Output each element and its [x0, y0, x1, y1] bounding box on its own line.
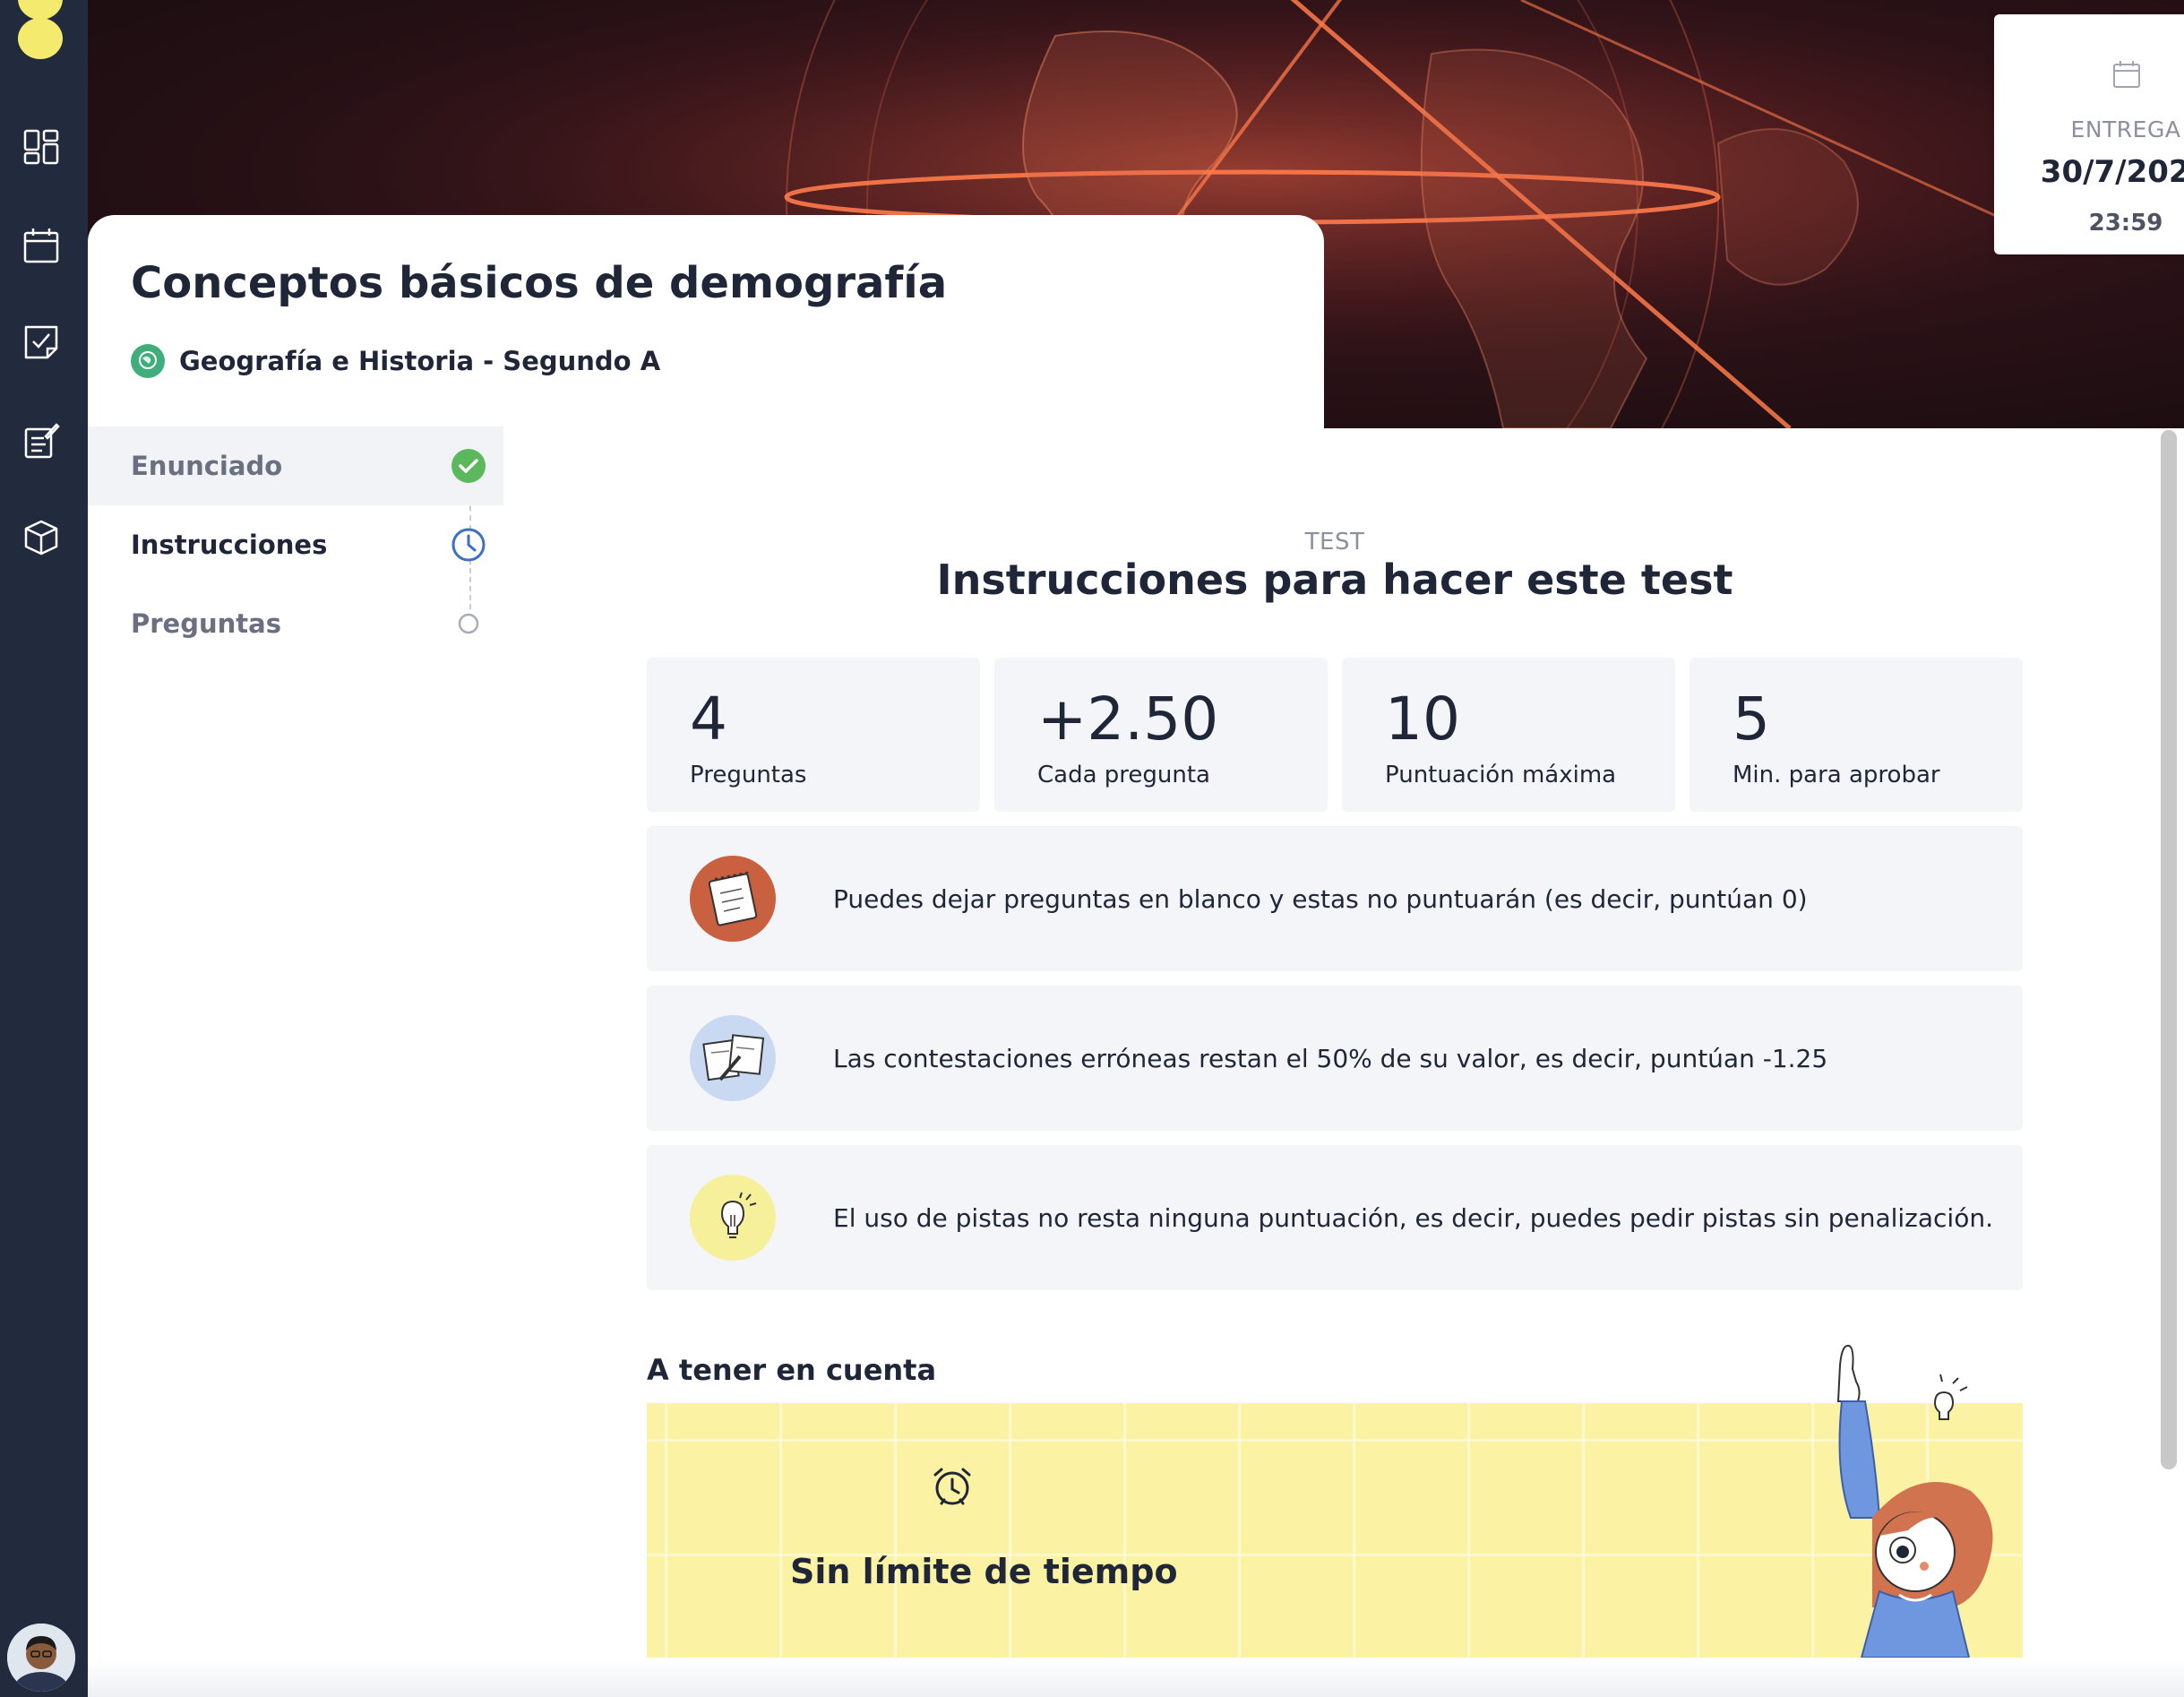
page-title: Conceptos básicos de demografía [131, 258, 948, 308]
empty-circle-icon [458, 613, 479, 634]
stat-value: 4 [690, 685, 727, 754]
logo-dot-top [18, 0, 63, 20]
nav-notes[interactable] [21, 421, 61, 461]
rule-text: Puedes dejar preguntas en blanco y estas… [833, 883, 1808, 914]
nav-tasks[interactable] [21, 323, 61, 362]
rule-card: Las contestaciones erróneas restan el 50… [647, 986, 2023, 1131]
stat-value: 10 [1385, 685, 1460, 754]
stat-card: 10 Puntuación máxima [1342, 658, 1675, 812]
step-label: Enunciado [131, 451, 283, 481]
due-date-card: ENTREGA 30/7/2022 23:59 [1994, 14, 2184, 254]
bottom-fade [88, 1659, 2184, 1697]
app-logo[interactable] [18, 0, 63, 61]
due-time: 23:59 [2088, 210, 2163, 237]
globe-icon [131, 344, 165, 378]
app-root: ENTREGA 30/7/2022 23:59 Conceptos básico… [0, 0, 2184, 1697]
user-avatar-image [7, 1624, 75, 1692]
section-title: Instrucciones para hacer este test [936, 556, 1733, 604]
box-icon [24, 520, 58, 556]
nav-box[interactable] [21, 518, 61, 557]
alarm-clock-icon [933, 1468, 971, 1505]
step-preguntas[interactable]: Preguntas [88, 584, 503, 663]
stat-card: 5 Min. para aprobar [1690, 658, 2023, 812]
rule-card: Puedes dejar preguntas en blanco y estas… [647, 826, 2023, 971]
rule-text: El uso de pistas no resta ninguna puntua… [833, 1202, 1993, 1233]
sidebar [0, 0, 88, 1697]
stat-value: 5 [1733, 685, 1770, 754]
stat-label: Puntuación máxima [1385, 762, 1617, 788]
avatar[interactable] [7, 1624, 75, 1692]
step-instrucciones[interactable]: Instrucciones [88, 505, 503, 584]
calendar-icon [2113, 61, 2140, 88]
rule-text: Las contestaciones erróneas restan el 50… [833, 1043, 1828, 1073]
stats-row: 4 Preguntas +2.50 Cada pregunta 10 Puntu… [647, 658, 2023, 812]
due-label: ENTREGA [2070, 116, 2181, 142]
calendar-icon [23, 228, 59, 263]
blank-notebook-icon [690, 856, 776, 942]
stat-card: +2.50 Cada pregunta [994, 658, 1328, 812]
stat-value: +2.50 [1037, 685, 1219, 754]
step-label: Instrucciones [131, 530, 328, 560]
step-label: Preguntas [131, 608, 281, 639]
course-name: Geografía e Historia - Segundo A [179, 346, 661, 376]
dashboard-icon [23, 129, 59, 165]
stat-label: Cada pregunta [1037, 762, 1210, 788]
section-tag: TEST [1304, 529, 1365, 556]
title-card: Conceptos básicos de demografía Geografí… [88, 215, 1324, 448]
stat-label: Preguntas [690, 762, 807, 788]
due-date: 30/7/2022 [2040, 154, 2184, 190]
note-text: Sin límite de tiempo [790, 1552, 1178, 1591]
papers-pencil-icon [690, 1015, 776, 1101]
nav-dashboard[interactable] [21, 127, 61, 167]
step-enunciado[interactable]: Enunciado [88, 426, 503, 505]
logo-dot-bottom [18, 18, 63, 59]
task-check-icon [24, 325, 58, 359]
vertical-scrollbar[interactable] [2161, 430, 2177, 1469]
note-heading: A tener en cuenta [647, 1353, 937, 1387]
lightbulb-icon [690, 1175, 776, 1261]
girl-idea-illustration [1836, 1344, 1993, 1658]
stat-card: 4 Preguntas [647, 658, 980, 812]
check-circle-icon [451, 449, 486, 483]
rule-card: El uso de pistas no resta ninguna puntua… [647, 1145, 2023, 1290]
notes-edit-icon [24, 423, 60, 459]
nav-calendar[interactable] [21, 226, 61, 265]
steps-nav: Enunciado Instrucciones Preguntas [88, 426, 503, 663]
stat-label: Min. para aprobar [1733, 762, 1940, 788]
clock-icon [451, 528, 486, 562]
course-row[interactable]: Geografía e Historia - Segundo A [131, 344, 660, 378]
